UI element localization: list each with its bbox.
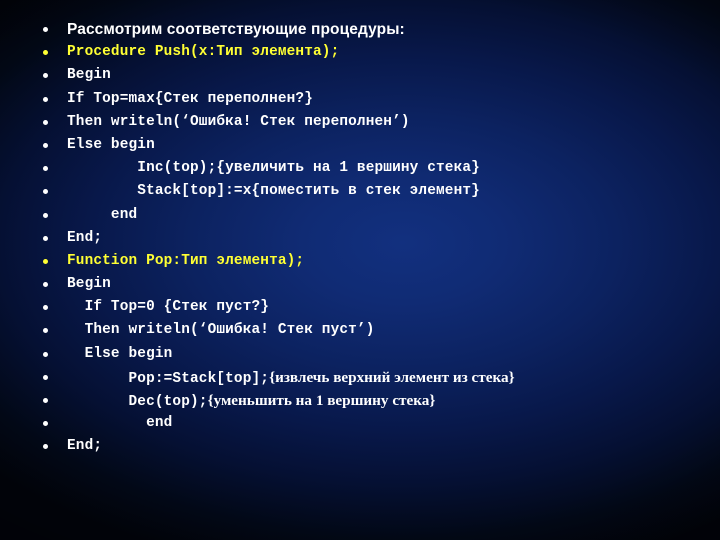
- bullet-dot-icon: [43, 282, 48, 288]
- bullet-line: Рассмотрим соответствующие процедуры:: [0, 18, 720, 41]
- bulleted-code-list: Рассмотрим соответствующие процедуры: Pro…: [0, 18, 720, 459]
- bullet-dot-icon: [43, 189, 48, 195]
- bullet-dot-icon: [43, 398, 48, 403]
- bullet-line-text: End;: [67, 438, 103, 455]
- bullet-line-text: Рассмотрим соответствующие процедуры:: [67, 21, 405, 38]
- bullet-line: Else begin: [0, 343, 720, 366]
- bullet-line: Function Pop:Тип элемента);: [0, 250, 720, 273]
- bullet-line: Begin: [0, 64, 720, 87]
- bullet-line: Pop:=Stack[top];{извлечь верхний элемент…: [0, 366, 720, 389]
- bullet-line-text: end: [67, 415, 173, 432]
- bullet-line: Begin: [0, 273, 720, 296]
- bullet-line-text: Begin: [67, 276, 111, 293]
- bullet-line: End;: [0, 227, 720, 250]
- presentation-slide: Рассмотрим соответствующие процедуры: Pro…: [0, 0, 720, 540]
- bullet-line: End;: [0, 435, 720, 458]
- bullet-dot-icon: [43, 50, 48, 56]
- bullet-line-text: Procedure Push(x:Тип элемента);: [67, 44, 340, 61]
- bullet-dot-icon: [43, 142, 48, 148]
- bullet-line-text: If Top=max{Стек переполнен?}: [67, 90, 314, 107]
- bullet-line-text: Begin: [67, 67, 111, 84]
- bullet-line-text: Function Pop:Тип элемента);: [67, 252, 305, 269]
- bullet-dot-icon: [43, 27, 48, 32]
- bullet-line-text: Inc(top);{увеличить на 1 вершину стека}: [67, 160, 480, 177]
- bullet-line-text: Dec(top);{уменьшить на 1 вершину стека}: [67, 392, 436, 410]
- bullet-line-comment: {уменьшить на 1 вершину стека}: [207, 392, 436, 409]
- bullet-line-text: Then writeln(‘Ошибка! Стек переполнен’): [67, 113, 410, 130]
- bullet-line: end: [0, 204, 720, 227]
- bullet-dot-icon: [43, 258, 48, 264]
- bullet-line: If Top=0 {Стек пуст?}: [0, 296, 720, 319]
- bullet-line-comment: {извлечь верхний элемент из стека}: [269, 368, 515, 386]
- bullet-line: end: [0, 412, 720, 435]
- bullet-line: If Top=max{Стек переполнен?}: [0, 88, 720, 111]
- bullet-line: Procedure Push(x:Тип элемента);: [0, 41, 720, 64]
- bullet-line: Then writeln(‘Ошибка! Стек пуст’): [0, 319, 720, 342]
- bullet-dot-icon: [43, 421, 48, 427]
- bullet-dot-icon: [43, 305, 48, 311]
- bullet-line-text: Stack[top]:=x{поместить в стек элемент}: [67, 183, 480, 200]
- bullet-line: Else begin: [0, 134, 720, 157]
- bullet-dot-icon: [43, 166, 48, 172]
- bullet-line: Stack[top]:=x{поместить в стек элемент}: [0, 180, 720, 203]
- bullet-line-text: Else begin: [67, 136, 155, 153]
- bullet-line-text: If Top=0 {Стек пуст?}: [67, 299, 270, 316]
- bullet-dot-icon: [43, 235, 48, 241]
- bullet-dot-icon: [43, 119, 48, 125]
- bullet-line: Inc(top);{увеличить на 1 вершину стека}: [0, 157, 720, 180]
- bullet-line-text: end: [67, 206, 138, 223]
- bullet-line: Dec(top);{уменьшить на 1 вершину стека}: [0, 389, 720, 412]
- bullet-line-text: Else begin: [67, 345, 173, 362]
- bullet-line: Then writeln(‘Ошибка! Стек переполнен’): [0, 111, 720, 134]
- bullet-dot-icon: [43, 96, 48, 102]
- bullet-dot-icon: [43, 328, 48, 334]
- bullet-line-text: Pop:=Stack[top];{извлечь верхний элемент…: [67, 368, 515, 387]
- bullet-line-text: End;: [67, 229, 103, 246]
- bullet-dot-icon: [43, 73, 48, 79]
- bullet-line-text: Then writeln(‘Ошибка! Стек пуст’): [67, 322, 375, 339]
- bullet-dot-icon: [43, 444, 48, 450]
- bullet-dot-icon: [43, 212, 48, 218]
- bullet-dot-icon: [43, 351, 48, 357]
- bullet-dot-icon: [43, 374, 48, 380]
